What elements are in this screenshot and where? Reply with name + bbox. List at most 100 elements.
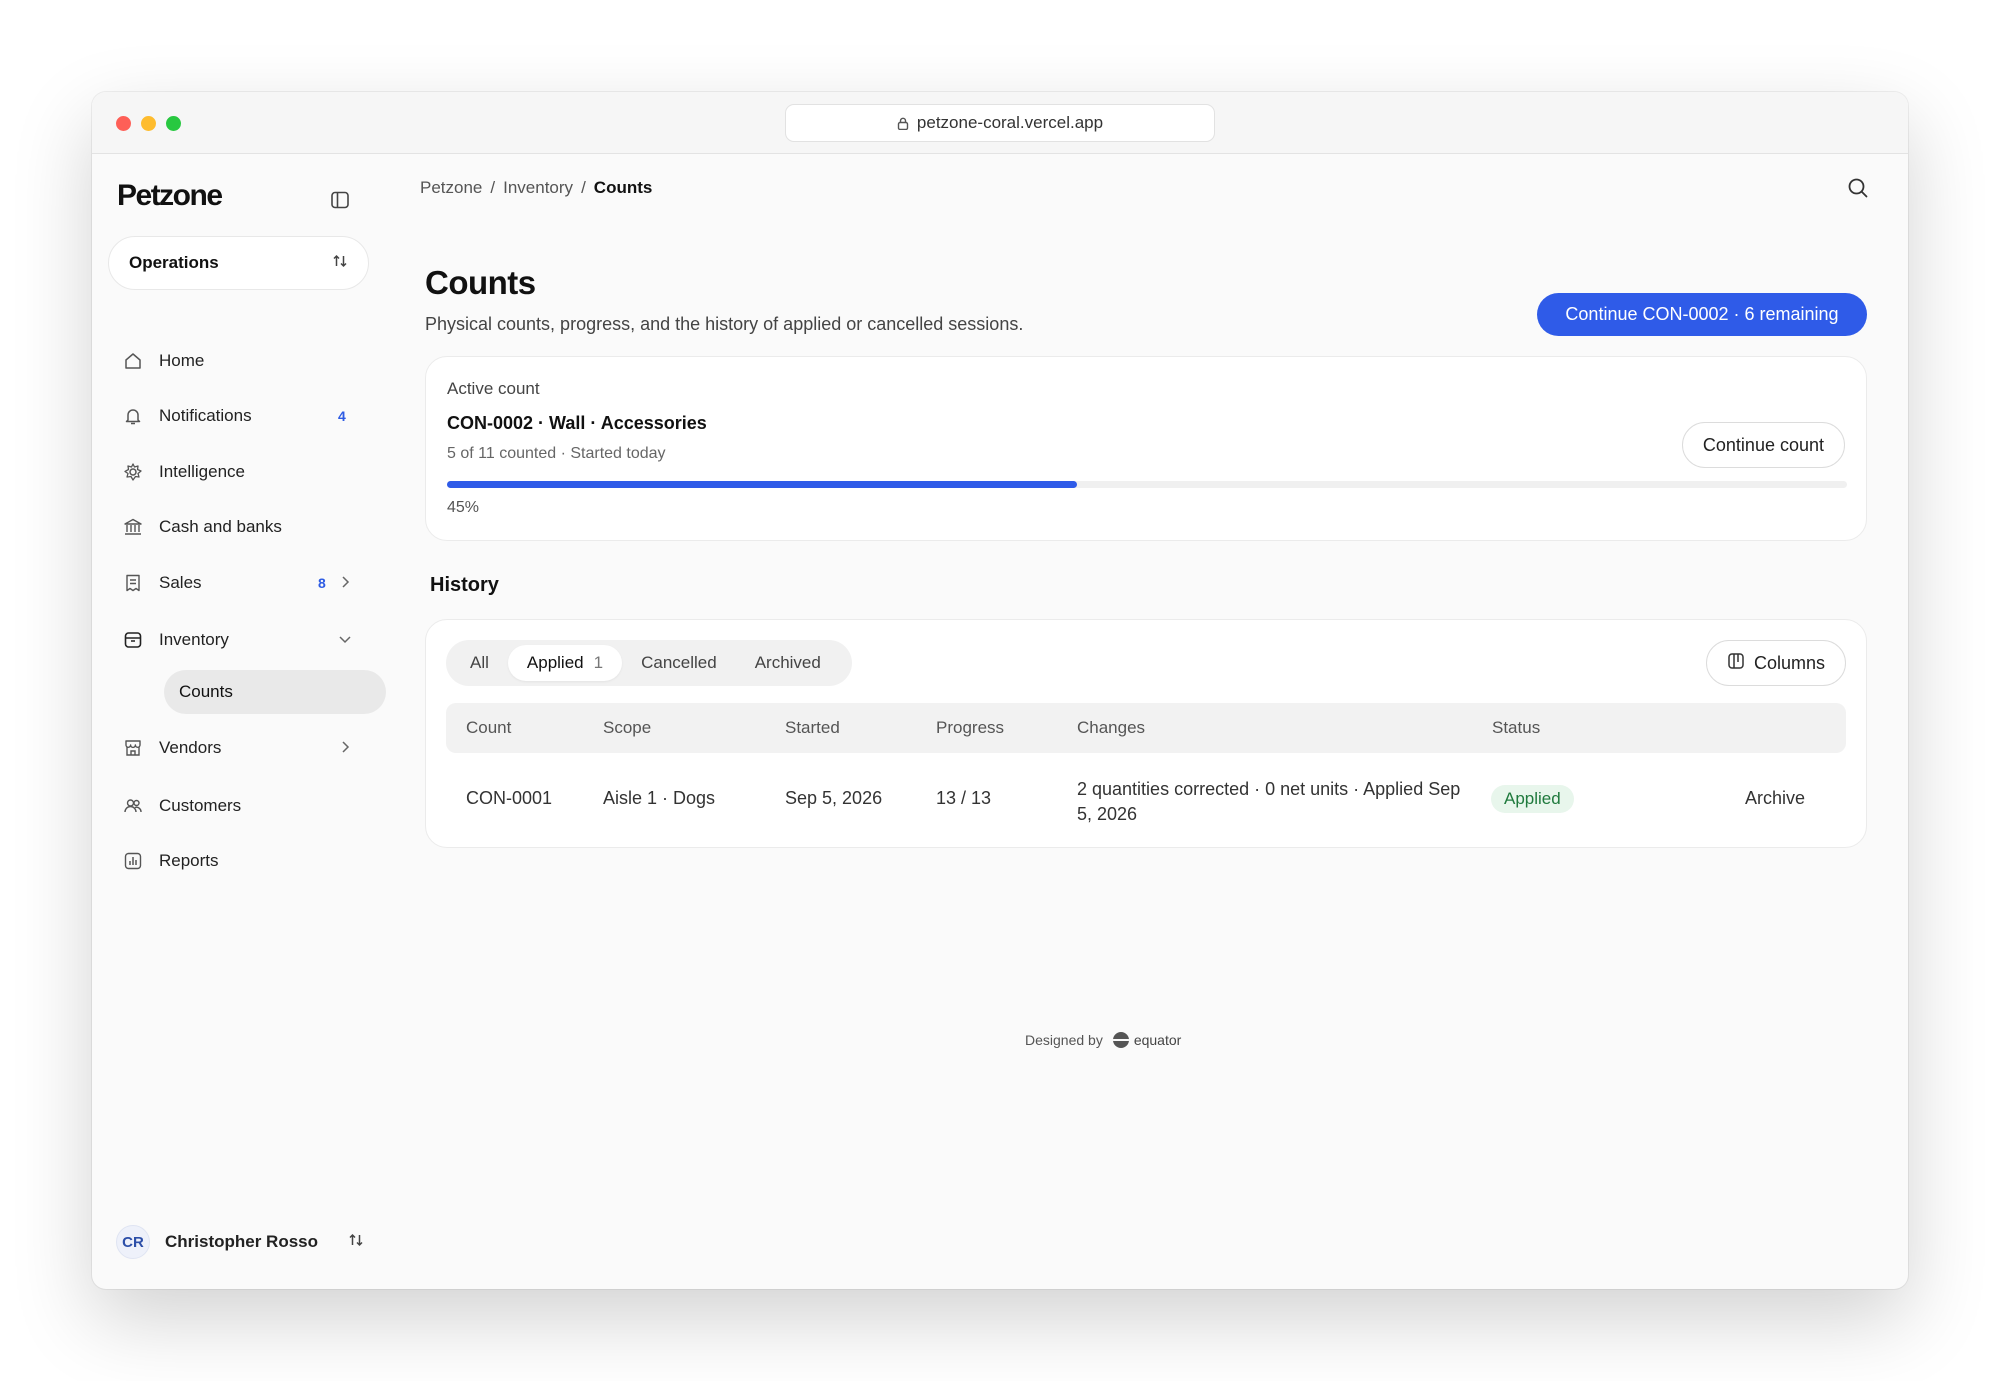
column-header-progress[interactable]: Progress [936, 718, 1004, 738]
sidebar-item-label: Intelligence [159, 462, 246, 481]
minimize-window-button[interactable] [141, 116, 156, 131]
cell-changes: 2 quantities corrected · 0 net units · A… [1077, 779, 1461, 824]
column-header-changes[interactable]: Changes [1077, 718, 1145, 738]
footer-designed-by: Designed by [1025, 1032, 1103, 1048]
receipt-icon [122, 572, 144, 594]
sidebar-item-reports[interactable]: Reports [108, 839, 370, 883]
tab-label: Applied [526, 653, 584, 672]
sidebar-item-intelligence[interactable]: Intelligence [108, 450, 370, 494]
columns-button-label: Columns [1753, 652, 1826, 673]
breadcrumb-root[interactable]: Petzone [420, 178, 482, 198]
history-heading: History [430, 574, 499, 596]
notification-count-badge: 4 [338, 408, 346, 424]
sidebar-subitem-label: Counts [179, 682, 233, 701]
continue-con-0002-button[interactable]: Continue CON-0002 · 6 remaining [1537, 293, 1867, 336]
chevron-down-icon [336, 630, 354, 653]
main-content: Petzone / Inventory / Counts Counts Phys… [382, 154, 1908, 1289]
workspace-name: Operations [129, 253, 219, 272]
chevron-right-icon [336, 738, 354, 761]
sidebar-item-sales[interactable]: Sales 8 [108, 561, 370, 605]
bell-icon [122, 405, 144, 427]
app-logo[interactable]: Petzone [117, 179, 223, 213]
column-header-status[interactable]: Status [1492, 718, 1540, 738]
cell-scope: Aisle 1 · Dogs [603, 788, 716, 808]
sort-arrows-icon [348, 1232, 364, 1253]
active-count-label: Active count [447, 379, 540, 398]
columns-icon [1727, 652, 1745, 675]
tab-all[interactable]: All [451, 645, 508, 681]
table-row[interactable]: CON-0001 Aisle 1 · Dogs Sep 5, 2026 13 /… [446, 761, 1846, 837]
sidebar-subitem-counts[interactable]: Counts [164, 670, 386, 714]
user-menu[interactable]: CR Christopher Rosso [116, 1225, 364, 1259]
active-count-title: CON-0002 · Wall · Accessories [447, 413, 707, 433]
breadcrumb-section[interactable]: Inventory [503, 178, 573, 198]
tab-label: Cancelled [641, 653, 717, 672]
column-header-scope[interactable]: Scope [603, 718, 651, 738]
active-count-card: Active count CON-0002 · Wall · Accessori… [425, 356, 1867, 541]
sidebar-toggle-icon[interactable] [330, 190, 350, 210]
workspace-switcher[interactable]: Operations [108, 236, 369, 290]
bank-icon [122, 516, 144, 538]
sidebar-item-cash-and-banks[interactable]: Cash and banks [108, 505, 370, 549]
archive-button[interactable]: Archive [1745, 788, 1805, 809]
box-icon [122, 629, 144, 651]
columns-button[interactable]: Columns [1706, 640, 1846, 686]
sales-count-badge: 8 [318, 575, 326, 591]
breadcrumb: Petzone / Inventory / Counts [420, 178, 652, 198]
sidebar-item-inventory[interactable]: Inventory [108, 618, 370, 662]
chevron-right-icon [336, 573, 354, 596]
history-filter-tabs: All Applied 1 Cancelled Archived [446, 640, 852, 686]
sidebar-item-label: Notifications [159, 406, 252, 425]
breadcrumb-current: Counts [593, 178, 653, 197]
maximize-window-button[interactable] [166, 116, 181, 131]
url-text: petzone-coral.vercel.app [916, 113, 1104, 132]
lock-icon [897, 117, 909, 130]
equator-logo[interactable]: equator [1112, 1032, 1182, 1048]
sidebar-item-label: Reports [159, 851, 219, 870]
tab-count: 1 [593, 653, 604, 672]
page-title: Counts [425, 264, 536, 301]
table-header: Count Scope Started Progress Changes Sta… [446, 703, 1846, 753]
search-icon[interactable] [1846, 176, 1870, 200]
cell-started: Sep 5, 2026 [785, 788, 883, 808]
users-icon [122, 795, 144, 817]
active-count-meta: 5 of 11 counted · Started today [447, 445, 666, 462]
tab-cancelled[interactable]: Cancelled [622, 645, 736, 681]
browser-window: petzone-coral.vercel.app Petzone Operati… [92, 92, 1908, 1289]
store-icon [122, 737, 144, 759]
status-badge: Applied [1491, 785, 1574, 813]
column-header-started[interactable]: Started [785, 718, 840, 738]
sidebar-item-vendors[interactable]: Vendors [108, 726, 370, 770]
progress-percent: 45% [447, 499, 480, 516]
sidebar-item-home[interactable]: Home [108, 339, 370, 383]
tab-archived[interactable]: Archived [736, 645, 840, 681]
footer: Designed by equator [1025, 1032, 1181, 1048]
continue-count-button[interactable]: Continue count [1681, 422, 1845, 468]
sidebar-item-label: Inventory [159, 630, 229, 649]
sort-arrows-icon [332, 253, 348, 274]
address-bar[interactable]: petzone-coral.vercel.app [785, 104, 1215, 142]
breadcrumb-separator: / [581, 178, 586, 197]
sidebar-item-customers[interactable]: Customers [108, 784, 370, 828]
avatar: CR [116, 1225, 150, 1259]
chart-icon [122, 850, 144, 872]
cell-progress: 13 / 13 [936, 788, 992, 808]
sidebar-item-label: Cash and banks [159, 517, 282, 536]
equator-brand-text: equator [1133, 1032, 1182, 1048]
close-window-button[interactable] [116, 116, 131, 131]
browser-titlebar: petzone-coral.vercel.app [92, 92, 1908, 154]
sidebar-item-label: Home [159, 351, 205, 370]
column-header-count[interactable]: Count [466, 718, 511, 738]
progress-bar [447, 481, 1847, 488]
tab-label: All [470, 653, 489, 672]
sidebar-item-label: Sales [159, 573, 202, 592]
breadcrumb-separator: / [490, 178, 496, 197]
sidebar: Petzone Operations Home Notifications 4 … [92, 154, 386, 1289]
tab-applied[interactable]: Applied 1 [507, 645, 623, 681]
progress-bar-fill [447, 481, 1077, 488]
history-card: All Applied 1 Cancelled Archived Columns … [425, 619, 1867, 848]
home-icon [122, 350, 144, 372]
sidebar-item-label: Customers [159, 796, 242, 815]
equator-logo-icon [1112, 1032, 1129, 1048]
sidebar-item-notifications[interactable]: Notifications 4 [108, 394, 370, 438]
